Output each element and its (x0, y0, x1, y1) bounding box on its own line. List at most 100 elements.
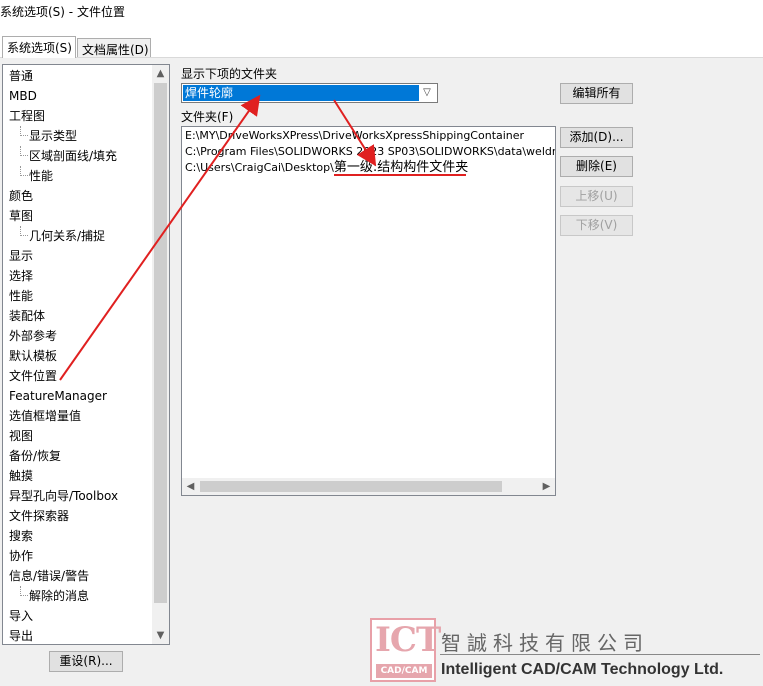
tree-item[interactable]: 装配体 (9, 306, 45, 326)
tree-item[interactable]: 选值框增量值 (9, 406, 81, 426)
folder-type-dropdown[interactable]: 焊件轮廓 ▽ (181, 83, 438, 103)
add-button[interactable]: 添加(D)... (560, 127, 633, 148)
tree-item-label: 区域剖面线/填充 (29, 149, 118, 163)
tree-item-label: FeatureManager (9, 389, 107, 403)
reset-button[interactable]: 重设(R)... (49, 651, 123, 672)
tree-item-label: 选择 (9, 269, 34, 283)
tree-item[interactable]: FeatureManager (9, 386, 107, 406)
scroll-left-icon[interactable]: ◀ (182, 478, 199, 495)
tree-item-label: 文件位置 (9, 369, 58, 383)
folders-list[interactable]: E:\MY\DriveWorksXPress\DriveWorksXpressS… (181, 126, 556, 496)
tree-item-label: MBD (9, 89, 37, 103)
list-item[interactable]: C:\Program Files\SOLIDWORKS 2023 SP03\SO… (185, 144, 555, 160)
tree-item-label: 信息/错误/警告 (9, 569, 90, 583)
folder-path: C:\Users\CraigCai\Desktop\ (185, 161, 334, 174)
tree-connector (20, 126, 28, 136)
tab-label: 文档属性(D) (82, 43, 149, 57)
tree-scrollbar[interactable]: ▲ ▼ (152, 65, 169, 644)
logo-subtext: CAD/CAM (376, 664, 432, 678)
tree-item[interactable]: 触摸 (9, 466, 33, 486)
tab-document-properties[interactable]: 文档属性(D) (77, 38, 151, 57)
tree-item[interactable]: 颜色 (9, 186, 33, 206)
tree-item-label: 备份/恢复 (9, 449, 62, 463)
scroll-up-icon[interactable]: ▲ (152, 65, 169, 82)
tree-item[interactable]: 显示类型 (20, 126, 78, 146)
scroll-thumb[interactable] (154, 83, 167, 603)
options-tree[interactable]: 普通 MBD 工程图 显示类型 区域剖面线/填充 性能 颜色 草图 几何关系/捕捉 显示 选择 性能装… (2, 64, 170, 645)
folder-type-selected: 焊件轮廓 (183, 85, 419, 101)
tree-item[interactable]: 显示 (9, 246, 33, 266)
show-folders-label: 显示下项的文件夹 (181, 67, 278, 81)
delete-button[interactable]: 删除(E) (560, 156, 633, 177)
tree-item-label: 异型孔向导/Toolbox (9, 489, 119, 503)
company-logo: ICT CAD/CAM (370, 618, 441, 682)
tree-item[interactable]: 几何关系/捕捉 (20, 226, 106, 246)
tree-item-label: 选值框增量值 (9, 409, 82, 423)
move-up-button[interactable]: 上移(U) (560, 186, 633, 207)
tree-item-label: 导出 (9, 629, 34, 643)
tree-item-label: 默认模板 (9, 349, 58, 363)
annotation-text: 第一级:结构构件文件夹 (333, 160, 469, 175)
title-bar: 系统选项(S) - 文件位置 (0, 0, 763, 26)
tab-system-options[interactable]: 系统选项(S) (2, 36, 76, 58)
scroll-thumb[interactable] (200, 481, 502, 492)
tree-item[interactable]: 备份/恢复 (9, 446, 61, 466)
tree-connector (20, 586, 28, 596)
tree-connector (20, 146, 28, 156)
divider (440, 654, 760, 655)
company-name-cn: 智誠科技有限公司 (441, 631, 649, 655)
tree-item[interactable]: 选择 (9, 266, 33, 286)
tree-item-label: 显示 (9, 249, 34, 263)
scroll-right-icon[interactable]: ▶ (538, 478, 555, 495)
tree-item[interactable]: 协作 (9, 546, 33, 566)
logo-text: ICT (375, 620, 441, 660)
tree-item-label: 导入 (9, 609, 34, 623)
tree-item-label: 颜色 (9, 189, 34, 203)
scroll-down-icon[interactable]: ▼ (152, 627, 169, 644)
tree-item-label: 协作 (9, 549, 34, 563)
tab-label: 系统选项(S) (7, 41, 72, 55)
folders-hscrollbar[interactable]: ◀ ▶ (182, 478, 555, 495)
tree-item-label: 触摸 (9, 469, 34, 483)
tree-item-label: 文件探索器 (9, 509, 70, 523)
tree-item-label: 普通 (9, 69, 34, 83)
tree-item[interactable]: 草图 (9, 206, 33, 226)
tree-item[interactable]: 区域剖面线/填充 (20, 146, 118, 166)
list-item[interactable]: E:\MY\DriveWorksXPress\DriveWorksXpressS… (185, 128, 524, 144)
tree-item-label: 性能 (29, 169, 54, 183)
tree-item-label: 搜索 (9, 529, 34, 543)
tree-item-label: 解除的消息 (29, 589, 90, 603)
tree-item-label: 装配体 (9, 309, 46, 323)
tree-item[interactable]: 性能 (9, 286, 33, 306)
tree-item-label: 工程图 (9, 109, 46, 123)
tree-item[interactable]: MBD (9, 86, 37, 106)
tree-item[interactable]: 信息/错误/警告 (9, 566, 89, 586)
tree-item[interactable]: 解除的消息 (20, 586, 90, 606)
tree-connector (20, 226, 28, 236)
tree-item[interactable]: 普通 (9, 66, 33, 86)
tree-item[interactable]: 异型孔向导/Toolbox (9, 486, 118, 506)
tree-item[interactable]: 性能 (20, 166, 54, 186)
tree-item-label: 显示类型 (29, 129, 78, 143)
tree-item-label: 草图 (9, 209, 34, 223)
list-item[interactable]: C:\Users\CraigCai\Desktop\第一级:结构构件文件夹 (185, 160, 468, 176)
tree-item[interactable]: 工程图 (9, 106, 45, 126)
tree-item[interactable]: 搜索 (9, 526, 33, 546)
company-name-en: Intelligent CAD/CAM Technology Ltd. (441, 661, 724, 678)
tree-connector (20, 166, 28, 176)
tree-item[interactable]: 文件探索器 (9, 506, 69, 526)
tree-item-label: 几何关系/捕捉 (29, 229, 106, 243)
tree-item[interactable]: 导出 (9, 626, 34, 644)
tree-item[interactable]: 外部参考 (9, 326, 57, 346)
folders-label: 文件夹(F) (181, 110, 234, 124)
tree-item-label: 视图 (9, 429, 34, 443)
tree-item[interactable]: 文件位置 (9, 366, 57, 386)
tree-item[interactable]: 导入 (9, 606, 33, 626)
chevron-down-icon[interactable]: ▽ (419, 85, 435, 101)
tree-item[interactable]: 默认模板 (9, 346, 57, 366)
window-title: 系统选项(S) - 文件位置 (0, 5, 125, 19)
tree-item[interactable]: 视图 (9, 426, 33, 446)
tree-item-label: 外部参考 (9, 329, 58, 343)
edit-all-button[interactable]: 编辑所有 (560, 83, 633, 104)
move-down-button[interactable]: 下移(V) (560, 215, 633, 236)
